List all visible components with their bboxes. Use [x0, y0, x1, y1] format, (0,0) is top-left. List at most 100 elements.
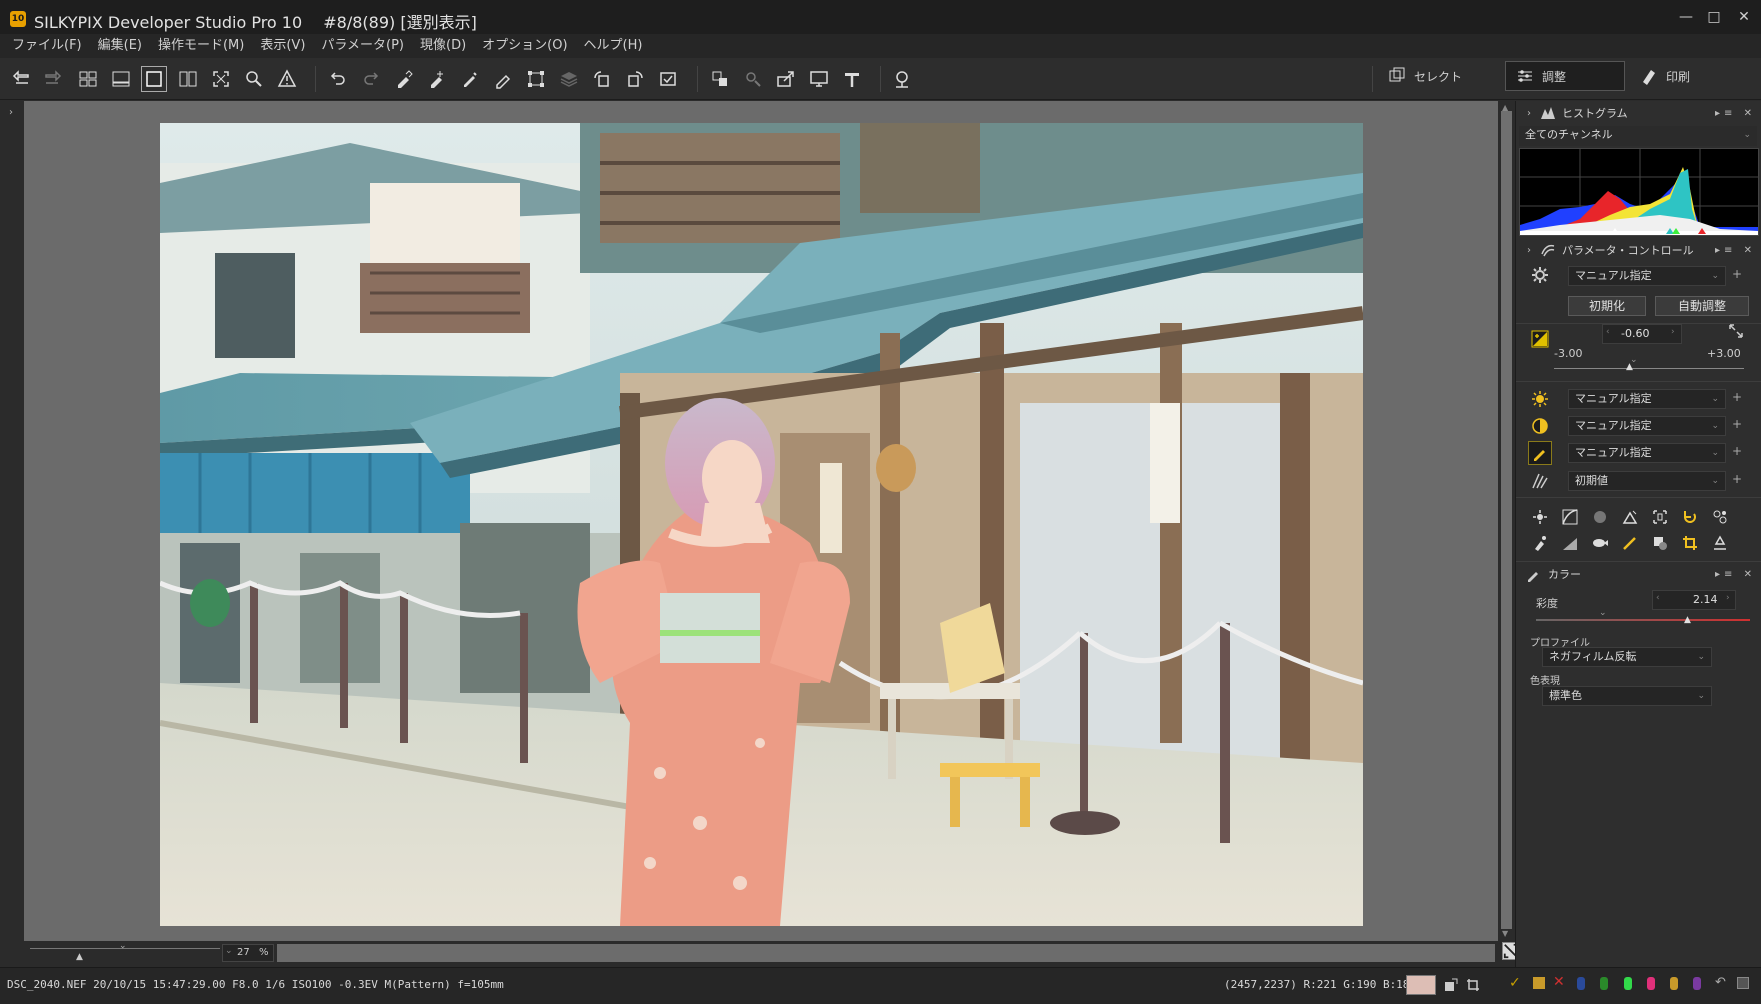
reject-icon[interactable]: ✕ — [1553, 974, 1565, 990]
auto-adjust-button[interactable]: 自動調整 — [1655, 296, 1749, 316]
mode-adjust-button[interactable]: 調整 — [1505, 61, 1625, 91]
add-contrast-button[interactable]: + — [1732, 417, 1742, 431]
expand-left-icon[interactable]: › — [9, 107, 13, 118]
add-sharpness-button[interactable]: + — [1732, 444, 1742, 458]
exposure-slider-thumb[interactable]: ▲ — [1626, 362, 1633, 372]
expand-icon[interactable] — [1726, 321, 1746, 341]
recycle-icon[interactable] — [1710, 533, 1730, 553]
dust-removal-icon[interactable] — [1710, 507, 1730, 527]
crop-icon[interactable] — [1680, 533, 1700, 553]
single-view-icon[interactable] — [141, 66, 167, 92]
add-wb-button[interactable]: + — [1732, 390, 1742, 404]
label-blue-icon[interactable] — [1577, 977, 1585, 990]
copy-params-icon[interactable] — [391, 66, 417, 92]
rotation-icon[interactable] — [1680, 507, 1700, 527]
folder-icon[interactable] — [1533, 977, 1545, 989]
fisheye-icon[interactable] — [1590, 533, 1610, 553]
vertical-scrollbar[interactable]: ▲ ▼ — [1498, 101, 1515, 941]
transform-icon[interactable] — [523, 66, 549, 92]
vertical-scroll-thumb[interactable] — [1501, 111, 1512, 929]
label-pink-icon[interactable] — [1647, 977, 1655, 990]
label-lime-icon[interactable] — [1624, 977, 1632, 990]
gradation-icon[interactable] — [1560, 533, 1580, 553]
menu-help[interactable]: ヘルプ(H) — [584, 34, 643, 58]
menu-file[interactable]: ファイル(F) — [12, 34, 82, 58]
sharpness-icon[interactable] — [1528, 441, 1552, 465]
exposure-icon[interactable] — [1530, 329, 1550, 349]
export-icon[interactable] — [773, 66, 799, 92]
warning-icon[interactable] — [274, 66, 300, 92]
zoom-icon[interactable] — [241, 66, 267, 92]
check-mark-icon[interactable]: ✓ — [1509, 975, 1521, 991]
tone-curve-icon[interactable] — [1560, 507, 1580, 527]
taste-preset-select[interactable]: マニュアル指定 ⌄ — [1568, 266, 1726, 286]
gray-point-icon[interactable] — [1444, 977, 1458, 991]
filmstrip-view-icon[interactable] — [108, 66, 134, 92]
layers-icon[interactable] — [556, 66, 582, 92]
label-purple-icon[interactable] — [1693, 977, 1701, 990]
batch-develop-icon[interactable] — [707, 66, 733, 92]
horizontal-scroll-thumb[interactable] — [277, 944, 1495, 962]
noise-reduction-icon[interactable] — [1530, 471, 1550, 491]
rendering-select[interactable]: 標準色 ⌄ — [1542, 686, 1712, 706]
increment-icon[interactable]: › — [1671, 327, 1675, 337]
panel-menu-icon[interactable]: ▸≡ ✕ — [1715, 569, 1756, 580]
menu-edit[interactable]: 編集(E) — [98, 34, 142, 58]
histogram-header[interactable]: › ヒストグラム ▸≡ ✕ — [1516, 101, 1761, 125]
decrement-icon[interactable]: ‹ — [1656, 593, 1660, 603]
compare-view-icon[interactable] — [175, 66, 201, 92]
photo-preview[interactable] — [160, 123, 1363, 926]
label-orange-icon[interactable] — [1670, 977, 1678, 990]
fullscreen-icon[interactable] — [208, 66, 234, 92]
noise-reduction-select[interactable]: 初期値 ⌄ — [1568, 471, 1726, 491]
lock-icon[interactable] — [1737, 977, 1749, 989]
exposure-slider-track[interactable] — [1554, 368, 1744, 369]
fine-color-icon[interactable] — [1620, 507, 1640, 527]
menu-option[interactable]: オプション(O) — [482, 34, 567, 58]
crop-status-icon[interactable] — [1466, 977, 1480, 991]
mode-print-button[interactable]: 印刷 — [1630, 61, 1740, 91]
brush-icon[interactable] — [457, 66, 483, 92]
saturation-slider-track[interactable] — [1536, 619, 1750, 621]
label-green-icon[interactable] — [1600, 977, 1608, 990]
collapse-histogram-icon[interactable]: › — [1522, 108, 1536, 119]
profile-select[interactable]: ネガフィルム反転 ⌄ — [1542, 647, 1712, 667]
check-icon[interactable] — [655, 66, 681, 92]
initialize-button[interactable]: 初期化 — [1568, 296, 1646, 316]
color-panel-header[interactable]: カラー ▸≡ ✕ — [1516, 562, 1761, 586]
decrement-icon[interactable]: ‹ — [1606, 327, 1610, 337]
sharpness-select[interactable]: マニュアル指定 ⌄ — [1568, 443, 1726, 463]
increment-icon[interactable]: › — [1726, 593, 1730, 603]
rotate-right-icon[interactable] — [622, 66, 648, 92]
histogram-channel-select[interactable]: 全てのチャンネル ⌄ — [1519, 126, 1757, 146]
zoom-slider-thumb[interactable]: ▲ — [76, 952, 83, 962]
panel-menu-icon[interactable]: ▸≡ ✕ — [1715, 108, 1756, 119]
scroll-down-icon[interactable]: ▼ — [1502, 929, 1508, 938]
add-noise-button[interactable]: + — [1732, 472, 1742, 486]
exposure-input[interactable]: ‹ -0.60 › — [1602, 324, 1682, 344]
highlight-icon[interactable] — [1530, 507, 1550, 527]
partial-correction-icon[interactable] — [1530, 533, 1550, 553]
grid-view-icon[interactable] — [75, 66, 101, 92]
eraser-icon[interactable] — [490, 66, 516, 92]
forward-icon[interactable] — [39, 66, 65, 92]
search-icon[interactable] — [889, 66, 915, 92]
tool-icon[interactable] — [839, 66, 865, 92]
menu-parameter[interactable]: パラメータ(P) — [321, 34, 404, 58]
gear-icon[interactable] — [1530, 265, 1550, 285]
maximize-button[interactable]: □ — [1700, 6, 1728, 28]
panel-menu-icon[interactable]: ▸≡ ✕ — [1715, 245, 1756, 256]
rotate-left-icon[interactable] — [589, 66, 615, 92]
contrast-select[interactable]: マニュアル指定 ⌄ — [1568, 416, 1726, 436]
collapse-parameter-icon[interactable]: › — [1522, 245, 1536, 256]
menu-mode[interactable]: 操作モード(M) — [158, 34, 244, 58]
paste-params-icon[interactable] — [424, 66, 450, 92]
mask-icon[interactable] — [1650, 533, 1670, 553]
contrast-icon[interactable] — [1530, 416, 1550, 436]
menu-develop[interactable]: 現像(D) — [420, 34, 466, 58]
zoom-dropdown-icon[interactable]: ⌄ — [225, 946, 233, 956]
back-icon[interactable] — [9, 66, 35, 92]
minimize-button[interactable]: — — [1672, 6, 1700, 28]
menu-view[interactable]: 表示(V) — [260, 34, 305, 58]
redo-icon[interactable] — [358, 66, 384, 92]
